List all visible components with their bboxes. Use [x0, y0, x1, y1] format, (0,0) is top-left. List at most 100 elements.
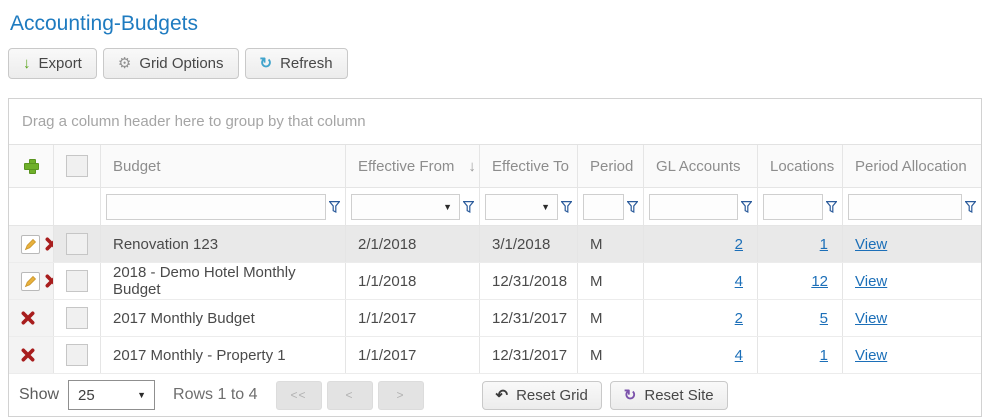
delete-row-button[interactable] [45, 274, 54, 288]
gl-accounts-link[interactable]: 4 [735, 347, 743, 364]
show-label: Show [19, 386, 59, 404]
column-header-period-label: Period [590, 158, 633, 175]
edit-icon [21, 272, 40, 291]
reset-grid-button-label: Reset Grid [516, 387, 588, 404]
row-checkbox[interactable] [66, 233, 88, 255]
gl-accounts-filter-funnel-icon[interactable] [741, 201, 752, 213]
effective-to-cell: 12/31/2017 [480, 300, 578, 336]
sort-descending-icon: ↓ [468, 158, 476, 175]
column-header-effective-from[interactable]: Effective From ↓ [346, 145, 480, 187]
refresh-button[interactable]: ↻ Refresh [245, 48, 348, 79]
view-link[interactable]: View [855, 273, 887, 290]
gl-accounts-cell: 4 [644, 263, 758, 299]
effective-to-filter-dropdown[interactable]: ▼ [485, 194, 558, 220]
period-allocation-filter-funnel-icon[interactable] [965, 201, 976, 213]
effective-to-filter-funnel-icon[interactable] [561, 201, 572, 213]
budget-filter-funnel-icon[interactable] [329, 201, 340, 213]
filter-actions-cell [9, 188, 54, 225]
column-header-budget-label: Budget [113, 158, 161, 175]
locations-link[interactable]: 5 [820, 310, 828, 327]
pager-first-button[interactable]: << [276, 381, 322, 410]
locations-link[interactable]: 1 [820, 236, 828, 253]
effective-from-cell: 1/1/2017 [346, 300, 480, 336]
locations-link[interactable]: 1 [820, 347, 828, 364]
row-checkbox[interactable] [66, 270, 88, 292]
row-checkbox[interactable] [66, 344, 88, 366]
delete-row-button[interactable] [21, 348, 35, 362]
effective-from-filter-dropdown[interactable]: ▼ [351, 194, 460, 220]
view-link[interactable]: View [855, 310, 887, 327]
locations-filter-funnel-icon[interactable] [826, 201, 837, 213]
export-button[interactable]: ↓ Export [8, 48, 97, 79]
edit-row-button[interactable] [21, 272, 40, 291]
reset-site-button-label: Reset Site [644, 387, 713, 404]
view-link[interactable]: View [855, 236, 887, 253]
pager-next-button[interactable]: > [378, 381, 424, 410]
column-header-gl-accounts[interactable]: GL Accounts [644, 145, 758, 187]
budget-cell: 2017 Monthly - Property 1 [101, 337, 346, 373]
budget-filter-input[interactable] [106, 194, 326, 220]
period-allocation-filter-input[interactable] [848, 194, 962, 220]
row-checkbox[interactable] [66, 307, 88, 329]
period-filter-input[interactable] [583, 194, 624, 220]
effective-from-filter-funnel-icon[interactable] [463, 201, 474, 213]
row-checkbox-cell [54, 226, 101, 262]
column-header-budget[interactable]: Budget [101, 145, 346, 187]
add-row-header-cell [9, 145, 54, 187]
row-checkbox-cell [54, 300, 101, 336]
add-row-button[interactable] [24, 159, 39, 174]
period-allocation-cell: View [843, 300, 981, 336]
locations-cell: 5 [758, 300, 843, 336]
view-link[interactable]: View [855, 347, 887, 364]
rows-range-label: Rows 1 to 4 [173, 386, 257, 404]
reset-site-button[interactable]: ↻ Reset Site [610, 381, 728, 410]
column-header-period-allocation-label: Period Allocation [855, 158, 967, 175]
effective-from-cell: 1/1/2018 [346, 263, 480, 299]
table-row[interactable]: 2017 Monthly Budget 1/1/2017 12/31/2017 … [9, 300, 981, 337]
chevron-down-icon: ▼ [443, 202, 452, 212]
page-size-value: 25 [78, 387, 95, 404]
refresh-circle-icon: ↻ [624, 388, 637, 403]
period-filter-funnel-icon[interactable] [627, 201, 638, 213]
effective-from-cell: 2/1/2018 [346, 226, 480, 262]
row-actions-cell [9, 337, 54, 373]
column-header-period[interactable]: Period [578, 145, 644, 187]
column-header-locations-label: Locations [770, 158, 834, 175]
edit-row-button[interactable] [21, 235, 40, 254]
row-checkbox-cell [54, 263, 101, 299]
effective-from-cell: 1/1/2017 [346, 337, 480, 373]
select-all-header-cell [54, 145, 101, 187]
gl-accounts-filter-input[interactable] [649, 194, 738, 220]
row-actions-cell [9, 300, 54, 336]
delete-icon [45, 274, 54, 288]
group-by-bar[interactable]: Drag a column header here to group by th… [9, 99, 981, 145]
grid-options-button[interactable]: ⚙ Grid Options [103, 48, 239, 79]
delete-row-button[interactable] [45, 237, 54, 251]
table-row[interactable]: Renovation 123 2/1/2018 3/1/2018 M 2 1 V… [9, 226, 981, 263]
budgets-grid: Drag a column header here to group by th… [8, 98, 982, 417]
gl-accounts-link[interactable]: 4 [735, 273, 743, 290]
row-actions-cell [9, 263, 54, 299]
locations-link[interactable]: 12 [811, 273, 828, 290]
reset-grid-button[interactable]: ↶ Reset Grid [482, 381, 602, 410]
reset-buttons: ↶ Reset Grid ↻ Reset Site [482, 381, 728, 410]
locations-filter-input[interactable] [763, 194, 823, 220]
page-size-select[interactable]: 25 ▼ [68, 380, 155, 410]
select-all-checkbox[interactable] [66, 155, 88, 177]
column-header-locations[interactable]: Locations [758, 145, 843, 187]
gl-accounts-link[interactable]: 2 [735, 310, 743, 327]
table-row[interactable]: 2018 - Demo Hotel Monthly Budget 1/1/201… [9, 263, 981, 300]
delete-row-button[interactable] [21, 311, 35, 325]
filter-cell-locations [758, 188, 843, 225]
gl-accounts-link[interactable]: 2 [735, 236, 743, 253]
table-row[interactable]: 2017 Monthly - Property 1 1/1/2017 12/31… [9, 337, 981, 374]
delete-icon [45, 237, 54, 251]
filter-cell-effective-from: ▼ [346, 188, 480, 225]
locations-cell: 1 [758, 226, 843, 262]
chevron-down-icon: ▼ [137, 390, 146, 400]
pager-prev-button[interactable]: < [327, 381, 373, 410]
column-header-effective-to[interactable]: Effective To [480, 145, 578, 187]
gl-accounts-cell: 2 [644, 226, 758, 262]
column-header-period-allocation[interactable]: Period Allocation [843, 145, 981, 187]
locations-cell: 12 [758, 263, 843, 299]
